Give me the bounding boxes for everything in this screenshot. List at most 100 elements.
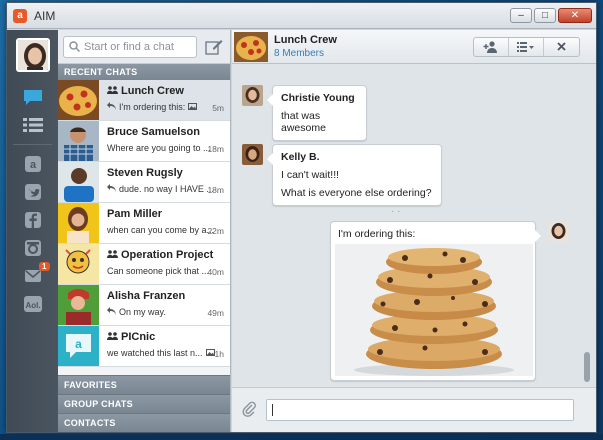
aol-icon[interactable]: Aol. (22, 295, 44, 313)
aim-window: a AIM – □ ✕ a 1 Aol. Start or find a cha… (6, 2, 597, 433)
title-bar: a AIM – □ ✕ (7, 3, 596, 29)
scrollbar-thumb[interactable] (584, 352, 590, 382)
chat-preview: we watched this last n... (107, 348, 203, 358)
my-avatar[interactable] (15, 38, 50, 72)
chat-list-item[interactable]: Pam Miller when can you come by a... 22m (58, 203, 230, 244)
chat-list-item[interactable]: Steven Rugsly dude. no way I HAVE ... 18… (58, 162, 230, 203)
chat-thumbnail (58, 285, 99, 325)
chat-list-item[interactable]: Operation Project Can someone pick that … (58, 244, 230, 285)
chat-name: PICnic (121, 331, 156, 343)
chat-thumbnail (58, 162, 99, 202)
close-chat-button[interactable] (544, 38, 579, 56)
group-icon (107, 249, 118, 261)
chat-time: 5m (212, 103, 224, 113)
chat-list-item[interactable]: a PICnic we watched this last n... 1h (58, 326, 230, 367)
twitter-icon[interactable] (22, 183, 44, 201)
message-input[interactable] (266, 399, 574, 421)
close-window-button[interactable]: ✕ (558, 8, 592, 23)
chat-name: Pam Miller (107, 208, 163, 220)
left-rail: a 1 Aol. (7, 30, 58, 432)
chat-preview: On my way. (119, 307, 166, 317)
chat-list-item[interactable]: Lunch Crew I'm ordering this: 5m (58, 80, 230, 121)
search-placeholder: Start or find a chat (84, 40, 174, 53)
chat-preview: Can someone pick that ... (107, 266, 210, 276)
options-menu-button[interactable] (509, 37, 544, 56)
chat-preview: Where are you going to ... (107, 143, 211, 153)
window-title: AIM (34, 8, 56, 23)
reply-arrow-icon (107, 102, 116, 112)
chat-preview: dude. no way I HAVE ... (119, 184, 214, 194)
group-chats-header[interactable]: GROUP CHATS (58, 394, 230, 413)
message-bubble: Kelly B. I can't wait!!! What is everyon… (267, 144, 442, 206)
chat-name: Lunch Crew (121, 85, 184, 97)
contacts-header[interactable]: CONTACTS (58, 413, 230, 432)
group-icon (107, 85, 118, 97)
message-area: Christie Young that was awesome Kelly B.… (232, 65, 578, 387)
message-text: that was awesome (281, 110, 326, 134)
members-link[interactable]: 8 Members (274, 48, 337, 59)
chat-thumbnail (58, 203, 99, 243)
svg-text:a: a (75, 337, 82, 351)
conversation-avatar (234, 31, 268, 62)
message-scrollbar[interactable] (583, 70, 591, 382)
chat-time: 18m (207, 144, 224, 154)
message-text: I'm ordering this: (338, 228, 416, 240)
chat-list-item[interactable]: Alisha Franzen On my way. 49m (58, 285, 230, 326)
compose-bar (232, 387, 596, 432)
chat-list-panel: Start or find a chat RECENT CHATS Lunch … (58, 30, 231, 432)
chat-name: Steven Rugsly (107, 167, 183, 179)
favorites-header[interactable]: FAVORITES (58, 375, 230, 394)
attach-icon[interactable] (242, 401, 256, 420)
minimize-button[interactable]: – (510, 8, 532, 23)
chat-thumbnail (58, 80, 99, 120)
chat-time: 49m (207, 308, 224, 318)
message-separator: · · (391, 206, 401, 217)
search-icon (69, 41, 80, 52)
chat-name: Alisha Franzen (107, 290, 186, 302)
add-person-icon (483, 40, 497, 53)
group-icon (107, 331, 118, 343)
message-text: What is everyone else ordering? (281, 187, 432, 199)
svg-text:a: a (29, 159, 36, 171)
add-member-button[interactable] (474, 37, 509, 56)
chat-thumbnail (58, 121, 99, 161)
chat-time: 40m (207, 267, 224, 277)
recent-chats-header[interactable]: RECENT CHATS (58, 64, 230, 80)
reply-arrow-icon (107, 307, 116, 317)
message-bubble: I'm ordering this: (330, 221, 541, 381)
christie-avatar (242, 85, 263, 106)
chat-list-item[interactable]: Bruce Samuelson Where are you going to .… (58, 121, 230, 162)
aim-logo-icon: a (13, 8, 27, 23)
chat-time: 22m (207, 226, 224, 236)
chat-thumbnail: a (58, 326, 99, 366)
message-sender: Christie Young (281, 92, 355, 104)
svg-text:Aol.: Aol. (25, 301, 40, 310)
reply-arrow-icon (107, 184, 116, 194)
facebook-icon[interactable] (22, 211, 44, 229)
chat-preview: when can you come by a... (107, 225, 215, 235)
chat-preview: I'm ordering this: (119, 102, 186, 112)
search-bar: Start or find a chat (58, 30, 230, 64)
conversation-name: Lunch Crew (274, 34, 337, 46)
chat-time: 1h (214, 349, 224, 359)
compose-icon[interactable] (203, 36, 225, 58)
mail-icon[interactable]: 1 (22, 262, 50, 285)
conversation-panel: Lunch Crew 8 Members Christie Young that… (232, 30, 596, 432)
contact-list-icon[interactable] (22, 116, 44, 134)
message-sender: Kelly B. (281, 151, 320, 163)
chat-name: Operation Project (121, 249, 214, 261)
message-text: I can't wait!!! (281, 169, 340, 181)
search-input[interactable]: Start or find a chat (63, 35, 197, 58)
close-icon (557, 42, 566, 51)
chat-time: 18m (207, 185, 224, 195)
chats-icon[interactable] (22, 88, 44, 106)
aim-service-icon[interactable]: a (22, 155, 44, 173)
chat-thumbnail (58, 244, 99, 284)
kelly-avatar (242, 144, 263, 165)
image-attachment-icon (188, 102, 198, 112)
cookies-image[interactable] (335, 244, 533, 376)
maximize-button[interactable]: □ (534, 8, 556, 23)
mail-badge: 1 (39, 262, 50, 271)
instagram-icon[interactable] (22, 239, 44, 257)
list-menu-icon (517, 41, 534, 52)
